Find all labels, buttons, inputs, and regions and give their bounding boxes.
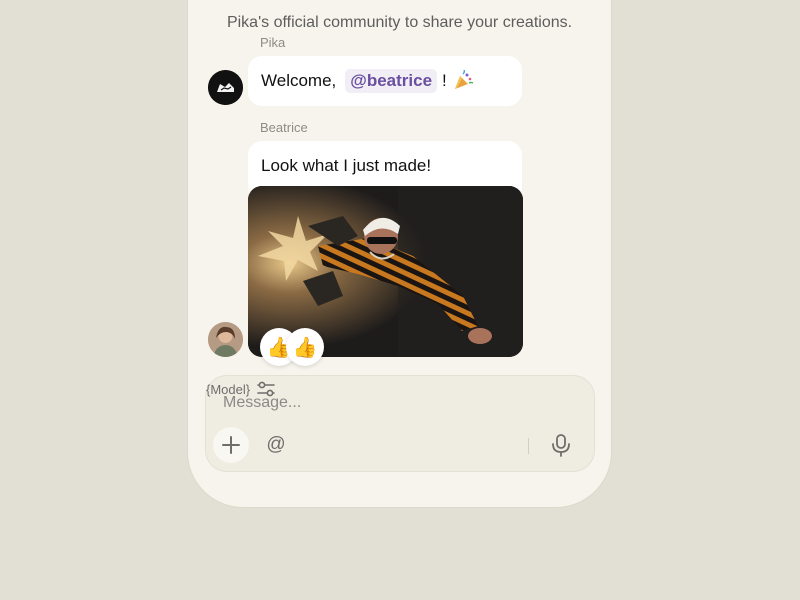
chat-panel: Pika's official community to share your …: [187, 0, 612, 508]
party-popper-icon: [454, 70, 474, 89]
community-intro: Pika's official community to share your …: [226, 14, 573, 31]
message-bubble-welcome: Welcome, @beatrice !: [248, 56, 522, 106]
thumbs-up-icon: 👍: [292, 335, 318, 359]
thumbs-up-reaction-2[interactable]: 👍: [286, 328, 324, 366]
beatrice-avatar[interactable]: [208, 322, 243, 357]
message-composer: @ {Model}: [205, 375, 595, 472]
sender-name-pika: Pika: [260, 35, 286, 50]
message-input[interactable]: [223, 390, 523, 416]
voice-input-button[interactable]: [546, 430, 576, 460]
message-text-welcome: Welcome,: [261, 71, 337, 90]
composer-divider: [528, 438, 529, 454]
mention-beatrice[interactable]: @beatrice: [345, 69, 438, 93]
pika-logo-icon: [208, 70, 243, 105]
mention-button[interactable]: @: [262, 430, 290, 460]
message-exclamation: !: [442, 71, 447, 90]
message-bubble-look: Look what I just made!: [248, 141, 522, 191]
reactions-bar: 👍 👍: [260, 328, 330, 370]
pika-avatar[interactable]: [208, 70, 243, 105]
message-text-look: Look what I just made!: [261, 156, 432, 175]
beatrice-photo-icon: [208, 322, 243, 357]
sender-name-beatrice: Beatrice: [260, 120, 308, 135]
at-sign-icon: @: [266, 434, 286, 455]
add-attachment-button[interactable]: [213, 427, 249, 463]
plus-icon: [222, 436, 240, 454]
microphone-icon: [552, 434, 570, 457]
